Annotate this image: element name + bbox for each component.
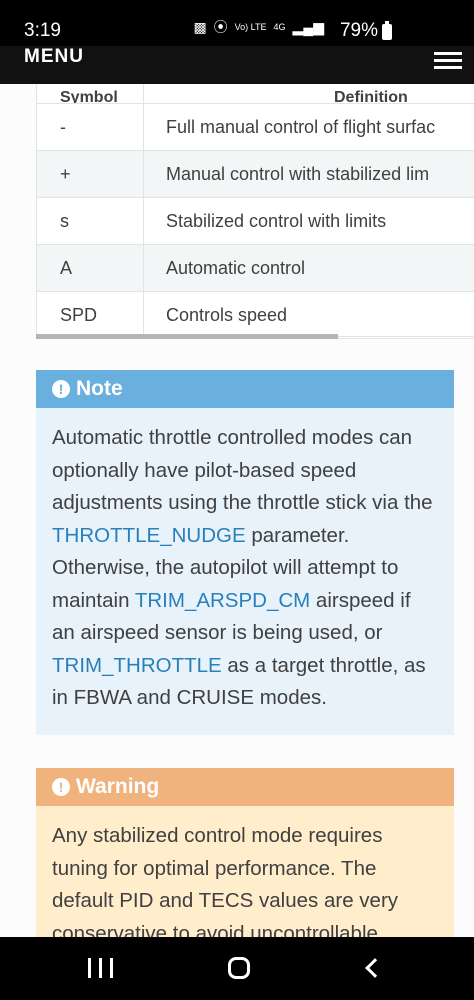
table-header-row: Symbol Definition	[36, 84, 474, 104]
trim-arspd-cm-link[interactable]: TRIM_ARSPD_CM	[135, 589, 310, 612]
status-bar: 3:19 ▩ ⦿ Vo) LTE 4G ▂▄▆ 79%	[0, 0, 474, 46]
table-header-definition: Definition	[334, 89, 408, 104]
table-border	[36, 84, 37, 336]
table-cell-symbol: +	[36, 151, 144, 197]
back-icon[interactable]	[352, 951, 392, 985]
top-nav-bar: MENU	[0, 46, 474, 84]
system-navigation-bar	[0, 937, 474, 1000]
table-horizontal-scrollbar[interactable]	[36, 334, 338, 339]
note-title: ! Note	[36, 370, 454, 408]
home-icon[interactable]	[219, 951, 259, 985]
hamburger-menu-icon[interactable]	[434, 52, 462, 70]
battery-icon	[382, 21, 392, 40]
signal-icon: ▂▄▆	[292, 19, 324, 35]
warning-title-text: Warning	[76, 775, 160, 798]
table-header-symbol: Symbol	[36, 84, 144, 103]
exclamation-icon: !	[52, 778, 70, 796]
network-type-icon: 4G	[273, 21, 286, 32]
note-body: Automatic throttle controlled modes can …	[36, 408, 454, 735]
notification-icon: ▩	[193, 19, 207, 35]
note-text: Automatic throttle controlled modes can …	[52, 426, 433, 514]
table-cell-symbol: SPD	[36, 292, 144, 338]
note-title-text: Note	[76, 377, 123, 400]
warning-title: ! Warning	[36, 768, 454, 806]
table-cell-definition: Stabilized control with limits	[166, 210, 387, 231]
throttle-nudge-link[interactable]: THROTTLE_NUDGE	[52, 524, 246, 547]
exclamation-icon: !	[52, 380, 70, 398]
table-cell-definition: Full manual control of flight surfac	[166, 116, 436, 137]
recent-apps-icon[interactable]	[80, 951, 120, 985]
table-row: SPD Controls speed	[36, 292, 474, 339]
volte-icon: Vo) LTE	[234, 21, 267, 32]
warning-admonition: ! Warning Any stabilized control mode re…	[36, 768, 454, 937]
note-admonition: ! Note Automatic throttle controlled mod…	[36, 370, 454, 735]
flight-mode-symbol-table: Symbol Definition - Full manual control …	[36, 84, 474, 339]
battery-percent: 79%	[339, 20, 378, 41]
status-time: 3:19	[24, 20, 61, 41]
table-row: A Automatic control	[36, 245, 474, 292]
table-cell-definition: Manual control with stabilized lim	[166, 163, 430, 184]
table-row: + Manual control with stabilized lim	[36, 151, 474, 198]
table-cell-symbol: A	[36, 245, 144, 291]
page-content: Symbol Definition - Full manual control …	[0, 84, 474, 937]
trim-throttle-link[interactable]: TRIM_THROTTLE	[52, 654, 222, 677]
table-row: s Stabilized control with limits	[36, 198, 474, 245]
hotspot-icon: ⦿	[213, 19, 228, 35]
status-icons: ▩ ⦿ Vo) LTE 4G ▂▄▆	[193, 20, 324, 34]
menu-label[interactable]: MENU	[24, 46, 84, 68]
warning-body: Any stabilized control mode requires tun…	[36, 806, 454, 937]
table-cell-definition: Controls speed	[166, 304, 288, 325]
table-cell-symbol: s	[36, 198, 144, 244]
table-cell-symbol: -	[36, 104, 144, 150]
warning-text: Any stabilized control mode requires tun…	[52, 824, 399, 937]
table-row: - Full manual control of flight surfac	[36, 104, 474, 151]
table-cell-definition: Automatic control	[166, 257, 306, 278]
